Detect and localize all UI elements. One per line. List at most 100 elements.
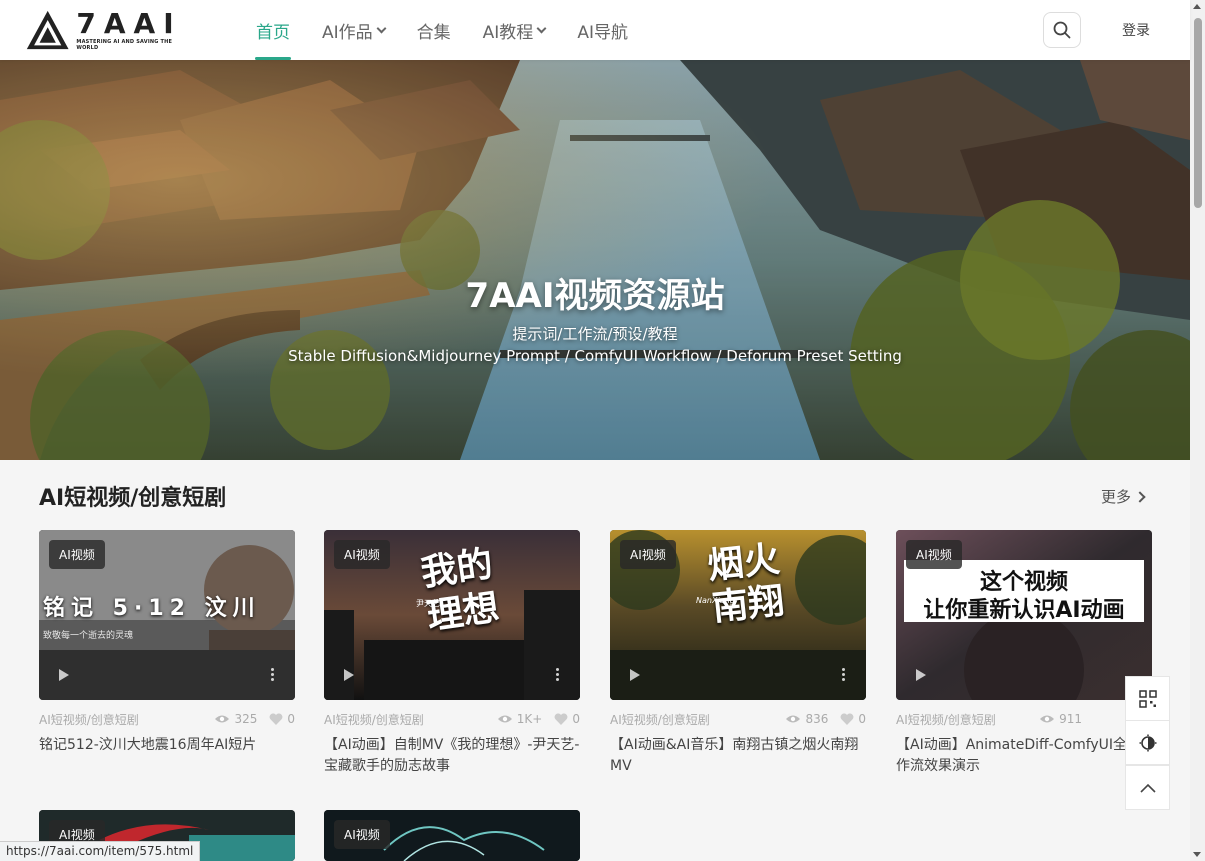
search-icon — [1053, 21, 1071, 39]
video-thumbnail[interactable]: AI视频 — [324, 810, 580, 861]
more-link[interactable]: 更多 — [1101, 486, 1146, 507]
eye-icon — [786, 715, 801, 723]
video-card[interactable]: 我的理想 尹天艺 AI视频 AI短视频/创意短剧 1K+ 0 【AI动画】自制M… — [324, 530, 580, 777]
video-card[interactable]: 铭记 5·12 汶川 致敬每一个逝去的灵魂 AI视频 AI短视频/创意短剧 32… — [39, 530, 295, 756]
eye-icon — [497, 715, 512, 723]
play-icon[interactable] — [344, 669, 354, 681]
nav-item-ai-navigation[interactable]: AI导航 — [561, 0, 644, 60]
card-meta: AI短视频/创意短剧 1K+ 0 — [324, 711, 580, 727]
card-title[interactable]: 【AI动画&AI音乐】南翔古镇之烟火南翔MV — [610, 735, 866, 777]
thumbnail-subcaption: 尹天艺 — [416, 599, 440, 608]
video-card[interactable]: AI视频 — [324, 810, 580, 861]
video-thumbnail[interactable]: 我的理想 尹天艺 AI视频 — [324, 530, 580, 700]
card-title[interactable]: 【AI动画】自制MV《我的理想》-尹天艺-宝藏歌手的励志故事 — [324, 735, 580, 777]
hero-banner: 7AAI视频资源站 提示词/工作流/预设/教程 Stable Diffusion… — [0, 60, 1190, 460]
like-count[interactable]: 0 — [840, 712, 866, 726]
view-count: 325 — [214, 712, 257, 726]
nav-label: 合集 — [416, 22, 451, 43]
video-tag: AI视频 — [334, 540, 390, 569]
logo-mark-icon — [26, 10, 69, 50]
nav-label: AI导航 — [577, 22, 628, 43]
like-count[interactable]: 0 — [269, 712, 295, 726]
scroll-down-arrow-icon[interactable] — [1193, 852, 1201, 857]
hero-background-image — [0, 60, 1190, 460]
view-count: 911 — [1039, 712, 1082, 726]
hero-title: 7AAI视频资源站 — [465, 276, 725, 316]
chevron-right-icon — [1134, 490, 1146, 503]
video-thumbnail[interactable]: 这个视频 让你重新认识AI动画 AI视频 — [896, 530, 1152, 700]
video-tag: AI视频 — [49, 540, 105, 569]
card-meta: AI短视频/创意短剧 836 0 — [610, 711, 866, 727]
search-button[interactable] — [1043, 12, 1081, 48]
video-tag: AI视频 — [906, 540, 962, 569]
theme-toggle-icon — [1139, 734, 1156, 751]
heart-icon — [840, 713, 854, 725]
more-options-icon[interactable] — [842, 668, 846, 683]
video-card[interactable]: 这个视频 让你重新认识AI动画 AI视频 AI短视频/创意短剧 911 【AI动… — [896, 530, 1152, 777]
card-category[interactable]: AI短视频/创意短剧 — [324, 711, 497, 728]
theme-toggle-button[interactable] — [1125, 720, 1170, 765]
thumbnail-subcaption: 致敬每一个逝去的灵魂 — [43, 631, 134, 641]
site-header: 7AAI MASTERING AI AND SAVING THE WORLD 首… — [0, 0, 1190, 60]
card-title[interactable]: 【AI动画】AnimateDiff-ComfyUI全工作流效果演示 — [896, 735, 1152, 777]
scroll-up-arrow-icon[interactable] — [1193, 4, 1201, 9]
chevron-down-icon — [536, 23, 547, 33]
thumbnail-caption: 烟火南翔 — [705, 538, 787, 629]
nav-label: AI作品 — [322, 22, 373, 43]
card-meta: AI短视频/创意短剧 325 0 — [39, 711, 295, 727]
chevron-down-icon — [376, 23, 387, 33]
thumbnail-caption: 我的理想 — [418, 543, 502, 638]
card-title[interactable]: 铭记512-汶川大地震16周年AI短片 — [39, 735, 295, 756]
play-icon[interactable] — [630, 669, 640, 681]
like-count-value: 0 — [287, 712, 295, 726]
qr-code-icon — [1138, 689, 1157, 708]
thumbnail-subcaption: NanXiang — [696, 596, 735, 605]
video-card[interactable]: 烟火南翔 NanXiang AI视频 AI短视频/创意短剧 836 0 【AI动… — [610, 530, 866, 777]
like-count-value: 0 — [858, 712, 866, 726]
back-to-top-button[interactable] — [1125, 765, 1170, 810]
hero-subtitle-en: Stable Diffusion&Midjourney Prompt / Com… — [288, 347, 902, 365]
eye-icon — [1040, 715, 1055, 723]
chevron-up-icon — [1139, 783, 1156, 793]
card-category[interactable]: AI短视频/创意短剧 — [896, 711, 1039, 728]
card-category[interactable]: AI短视频/创意短剧 — [610, 711, 785, 728]
video-thumbnail[interactable]: 铭记 5·12 汶川 致敬每一个逝去的灵魂 AI视频 — [39, 530, 295, 700]
nav-item-ai-works[interactable]: AI作品 — [306, 0, 401, 60]
logo-tagline: MASTERING AI AND SAVING THE WORLD — [76, 39, 173, 51]
thumbnail-caption: 铭记 5·12 汶川 — [43, 596, 261, 621]
hero-subtitle: 提示词/工作流/预设/教程 — [512, 325, 678, 343]
page-scrollbar[interactable] — [1190, 0, 1205, 861]
thumbnail-subcaption: 让你重新认识AI动画 — [923, 598, 1125, 623]
nav-item-collections[interactable]: 合集 — [401, 0, 467, 60]
heart-icon — [554, 713, 568, 725]
nav-label: AI教程 — [482, 22, 534, 43]
more-options-icon[interactable] — [556, 668, 560, 683]
play-icon[interactable] — [916, 669, 926, 681]
login-link[interactable]: 登录 — [1122, 20, 1150, 40]
view-count-value: 1K+ — [516, 712, 543, 726]
like-count-value: 0 — [572, 712, 580, 726]
view-count: 836 — [785, 712, 828, 726]
more-options-icon[interactable] — [271, 668, 275, 683]
qr-code-button[interactable] — [1125, 676, 1170, 721]
section-title: AI短视频/创意短剧 — [39, 486, 227, 511]
nav-label: 首页 — [256, 22, 290, 43]
view-count-value: 836 — [805, 712, 829, 726]
more-label: 更多 — [1101, 488, 1132, 506]
logo-text: 7AAI — [76, 7, 182, 40]
card-category[interactable]: AI短视频/创意短剧 — [39, 711, 214, 728]
view-count-value: 911 — [1059, 712, 1082, 726]
nav-item-home[interactable]: 首页 — [240, 0, 306, 60]
view-count: 1K+ — [497, 712, 543, 726]
heart-icon — [269, 713, 283, 725]
video-thumbnail[interactable]: 烟火南翔 NanXiang AI视频 — [610, 530, 866, 700]
video-tag: AI视频 — [334, 820, 390, 849]
scrollbar-thumb[interactable] — [1194, 18, 1202, 208]
like-count[interactable]: 0 — [554, 712, 580, 726]
site-logo[interactable]: 7AAI MASTERING AI AND SAVING THE WORLD — [25, 7, 185, 53]
video-tag: AI视频 — [620, 540, 676, 569]
play-icon[interactable] — [59, 669, 69, 681]
nav-item-ai-tutorials[interactable]: AI教程 — [467, 0, 562, 60]
eye-icon — [215, 715, 230, 723]
card-meta: AI短视频/创意短剧 911 — [896, 711, 1152, 727]
